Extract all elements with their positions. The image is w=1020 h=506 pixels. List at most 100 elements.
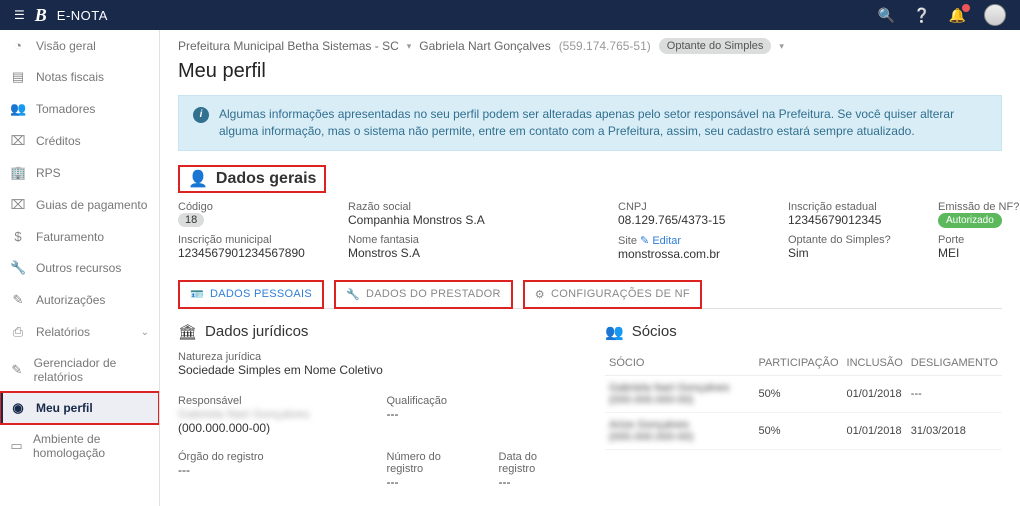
sidebar-item[interactable]: 🔧 Outros recursos [0,252,159,284]
status-badge: Autorizado [938,213,1002,228]
tab-dados-prestador[interactable]: 🔧DADOS DO PRESTADOR [334,280,513,309]
field-label: Número do registro [387,451,479,475]
sidebar-item[interactable]: $ Faturamento [0,221,159,252]
breadcrumb-user[interactable]: Gabriela Nart Gonçalves [419,39,550,53]
field-value: 1234567901234567890 [178,246,328,260]
field-value: Gabriela Nart Gonçalves [178,407,367,421]
edit-site-link[interactable]: ✎ Editar [640,235,681,247]
sliders-icon: ⚙ [535,288,545,301]
breadcrumb: Prefeitura Municipal Betha Sistemas - SC… [178,38,1002,54]
codigo-badge: 18 [178,213,204,227]
table-row: Arize Gonçalves (000.000.000-00)50%01/01… [605,412,1002,449]
field-label: Emissão de NF? [938,201,1020,213]
sidebar-item-label: RPS [36,166,61,180]
field-label: Natureza jurídica [178,351,575,363]
sidebar-icon: 🔧 [10,260,26,276]
field-label: CNPJ [618,201,768,213]
chevron-down-icon[interactable]: ▾ [407,41,412,52]
sidebar-item-label: Guias de pagamento [36,198,147,212]
sidebar-item[interactable]: ▭ Ambiente de homologação [0,424,159,468]
breadcrumb-user-doc: (559.174.765-51) [559,39,651,53]
wrench-icon: 🔧 [346,288,360,301]
sidebar-icon: ✎ [10,292,26,308]
section-socios: 👥Sócios [605,323,1002,341]
field-label: Inscrição municipal [178,234,328,246]
sidebar-icon: ⎙ [10,324,26,340]
sidebar-icon: $ [10,229,26,244]
field-value: MEI [938,246,1020,260]
sidebar-item[interactable]: ▤Notas fiscais [0,61,159,93]
dados-gerais-grid: Código18 Razão socialCompanhia Monstros … [178,201,1002,261]
sidebar-item-label: Autorizações [36,293,105,307]
table-header: PARTICIPAÇÃO [754,351,842,376]
field-value: Sim [788,246,918,260]
sidebar-item[interactable]: ⌧ Guias de pagamento [0,189,159,221]
table-header: SÓCIO [605,351,754,376]
sidebar-item[interactable]: 👥 Tomadores [0,93,159,125]
sidebar-item[interactable]: ⌧Créditos [0,125,159,157]
user-icon: 👤 [188,169,208,189]
field-label: Nome fantasia [348,234,598,246]
info-banner: i Algumas informações apresentadas no se… [178,95,1002,151]
bell-icon[interactable]: 🔔 [949,7,966,24]
sidebar-icon: ▭ [10,438,23,454]
field-value: --- [499,475,575,489]
field-value: monstrossa.com.br [618,247,768,261]
sidebar-item[interactable]: ◔Visão geral [0,30,159,61]
breadcrumb-org[interactable]: Prefeitura Municipal Betha Sistemas - SC [178,39,399,53]
section-dados-gerais: 👤 Dados gerais [178,165,326,193]
chevron-down-icon[interactable]: ▾ [779,41,784,52]
sidebar-item[interactable]: ◉Meu perfil [0,392,159,424]
socio-inc: 01/01/2018 [843,412,907,449]
field-label: Inscrição estadual [788,201,918,213]
bank-icon: 🏛 [178,323,197,341]
chevron-down-icon: ⌄ [141,327,149,338]
field-label: Site [618,235,637,247]
field-value: Monstros S.A [348,246,598,260]
field-value: --- [387,475,479,489]
users-icon: 👥 [605,323,624,341]
hamburger-icon[interactable]: ☰ [14,8,25,22]
table-header: INCLUSÃO [843,351,907,376]
field-value: 12345679012345 [788,213,918,227]
sidebar-item-label: Notas fiscais [36,70,104,84]
socio-name: Gabriela Nart Gonçalves (000.000.000-00) [605,375,754,412]
sidebar: ◔Visão geral▤Notas fiscais👥Tomadores⌧Cré… [0,30,160,506]
sidebar-item[interactable]: ✎ Autorizações [0,284,159,316]
field-label: Optante do Simples? [788,234,918,246]
field-label: Órgão do registro [178,451,367,463]
sidebar-item-label: Créditos [36,134,81,148]
socio-part: 50% [754,412,842,449]
brand-name: E-NOTA [57,8,108,23]
sidebar-item-label: Relatórios [36,325,90,339]
field-value: Sociedade Simples em Nome Coletivo [178,363,575,377]
tab-dados-pessoais[interactable]: 🪪DADOS PESSOAIS [178,280,324,309]
field-value: (000.000.000-00) [178,421,367,435]
simples-badge: Optante do Simples [659,38,772,54]
brand-logo: B [35,5,47,26]
field-label: Porte [938,234,1020,246]
page-title: Meu perfil [178,60,1002,83]
sidebar-item-label: Outros recursos [36,261,121,275]
info-icon: i [193,107,209,123]
tab-config-nf[interactable]: ⚙CONFIGURAÇÕES DE NF [523,280,702,309]
help-icon[interactable]: ❔ [913,7,930,24]
sidebar-item[interactable]: ✎Gerenciador de relatórios [0,348,159,392]
sidebar-item[interactable]: 🏢 RPS [0,157,159,189]
field-label: Data do registro [499,451,575,475]
field-value: Companhia Monstros S.A [348,213,598,227]
sidebar-icon: ⌧ [10,197,26,213]
avatar[interactable] [984,4,1006,26]
sidebar-icon: ◉ [10,400,26,416]
tabs: 🪪DADOS PESSOAIS 🔧DADOS DO PRESTADOR ⚙CON… [178,279,1002,309]
socio-des: --- [907,375,1002,412]
sidebar-item-label: Faturamento [36,230,104,244]
search-icon[interactable]: 🔍 [878,7,895,24]
table-row: Gabriela Nart Gonçalves (000.000.000-00)… [605,375,1002,412]
field-value: 08.129.765/4373-15 [618,213,768,227]
sidebar-icon: 👥 [10,101,26,117]
sidebar-item-label: Ambiente de homologação [33,432,149,460]
sidebar-icon: 🏢 [10,165,26,181]
sidebar-item-label: Tomadores [36,102,95,116]
sidebar-item[interactable]: ⎙ Relatórios ⌄ [0,316,159,348]
